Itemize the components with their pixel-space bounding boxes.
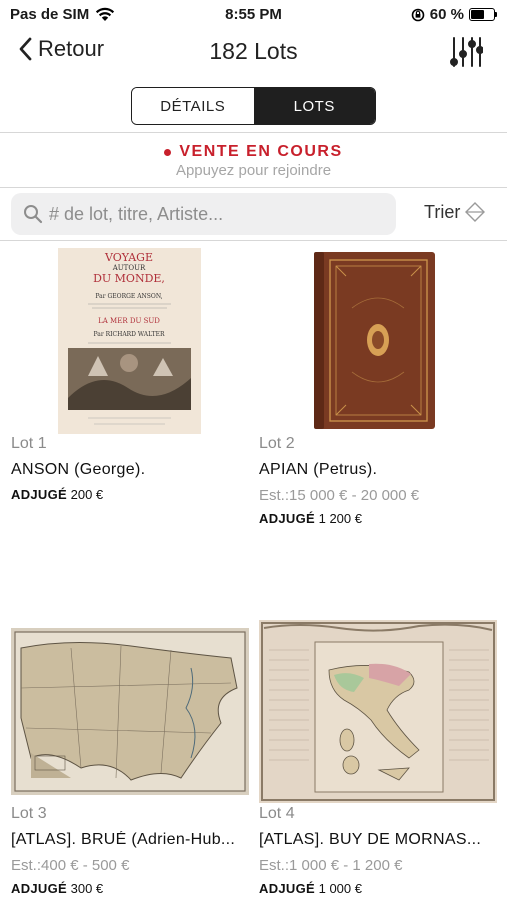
lot-title: ANSON (George). [11,461,146,478]
book-title-page-image: VOYAGE AUTOUR DU MONDE, Par GEORGE ANSON… [58,248,201,434]
battery-fill [471,10,485,19]
tab-details[interactable]: DÉTAILS [132,88,254,124]
result-label: ADJUGÉ [259,881,315,896]
search-icon [24,205,43,224]
lot-estimate: Est.:1 000 € - 1 200 € [259,857,403,874]
filter-button[interactable] [449,34,484,70]
lot-estimate: Est.:400 € - 500 € [11,857,130,874]
nav-bar: Retour 182 Lots [0,30,507,74]
lot-number: Lot 4 [259,805,295,822]
sort-icon [465,202,486,222]
divider [0,240,507,241]
sort-label: Trier [424,201,461,222]
result-label: ADJUGÉ [259,511,315,526]
image-text-line: LA MER DU SUD [98,317,160,325]
image-text-line: AUTOUR [112,264,146,272]
lot-title: [ATLAS]. BRUÉ (Adrien-Hub... [11,831,236,848]
result-label: ADJUGÉ [11,881,67,896]
live-auction-banner[interactable]: VENTE EN COURS Appuyez pour rejoindre [0,140,507,184]
lot-result: ADJUGÉ 1 000 € [259,881,499,900]
lot-number: Lot 2 [259,435,295,452]
result-value: 300 € [70,881,104,896]
lot-number: Lot 1 [11,435,47,452]
lot-card-1[interactable]: VOYAGE AUTOUR DU MONDE, Par GEORGE ANSON… [11,248,251,508]
divider [0,187,507,188]
lot-result: ADJUGÉ 200 € [11,487,251,511]
lot-number: Lot 3 [11,805,47,822]
result-value: 1 000 € [318,881,362,896]
sliders-icon [450,37,484,67]
map-italy-image [259,620,497,803]
sort-button[interactable]: Trier [424,201,486,223]
lot-card-2[interactable]: Lot 2 APIAN (Petrus). Est.:15 000 € - 20… [259,248,499,538]
live-subtitle: Appuyez pour rejoindre [175,162,332,179]
page-title: 182 Lots [209,38,298,64]
battery-icon [469,8,495,21]
divider [0,132,507,133]
search-bar [11,193,396,235]
result-label: ADJUGÉ [11,487,67,502]
live-dot-icon [164,148,172,156]
image-text-line: VOYAGE [104,251,153,264]
tab-lots[interactable]: LOTS [253,88,375,124]
lot-result: ADJUGÉ 1 200 € [259,511,499,535]
status-bar: Pas de SIM 8:55 PM 60 % [0,0,507,28]
lot-card-3[interactable]: Lot 3 [ATLAS]. BRUÉ (Adrien-Hub... Est.:… [11,620,251,900]
image-text-line: DU MONDE, [93,272,165,285]
live-title: VENTE EN COURS [179,143,343,160]
lot-estimate: Est.:15 000 € - 20 000 € [259,487,420,504]
search-input[interactable] [49,203,369,225]
lot-card-4[interactable]: Lot 4 [ATLAS]. BUY DE MORNAS... Est.:1 0… [259,620,499,900]
lot-title: [ATLAS]. BUY DE MORNAS... [259,831,482,848]
view-tabs: DÉTAILS LOTS [131,87,376,125]
image-text-line: Par RICHARD WALTER [94,331,165,338]
orientation-lock-icon [411,8,425,21]
leather-book-image [312,248,443,433]
lot-title: APIAN (Petrus). [259,461,378,478]
result-value: 200 € [70,487,104,502]
lot-result: ADJUGÉ 300 € [11,881,251,900]
image-text-line: Par GEORGE ANSON, [95,293,162,300]
battery-percent: 60 % [429,6,464,23]
result-value: 1 200 € [318,511,362,526]
map-north-america-image [11,628,249,795]
